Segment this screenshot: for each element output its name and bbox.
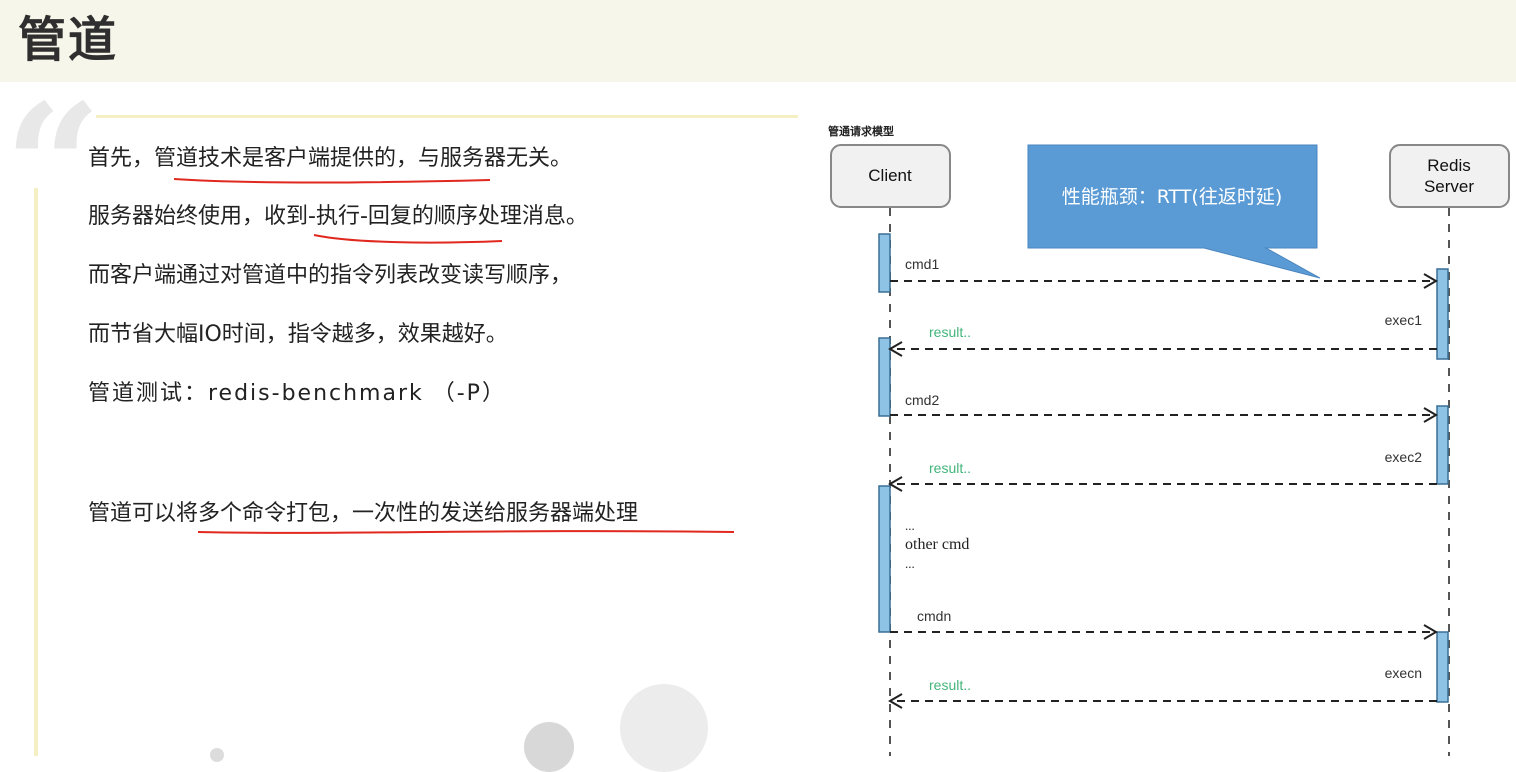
text-segment: 处理: [594, 501, 639, 526]
text-line-2: 服务器始终使用，收到-执行-回复的顺序处理消息。: [88, 202, 588, 232]
server-activation: [1436, 631, 1449, 703]
server-box: [1389, 144, 1510, 208]
server-activation: [1436, 405, 1449, 485]
text-segment: 管道可以: [88, 501, 177, 526]
client-activation: [878, 233, 891, 293]
client-label: Client: [868, 166, 912, 185]
server-activation: [1436, 268, 1449, 360]
page-title: 管道: [18, 12, 119, 68]
result-label: result..: [929, 677, 971, 693]
title-bar: [0, 0, 1516, 82]
text-segment: 服务器始终使用，: [88, 204, 265, 229]
decorative-circle: [620, 684, 708, 772]
top-divider: [96, 115, 798, 118]
message-label: cmd2: [905, 392, 939, 408]
client-activation: [878, 337, 891, 417]
ellipsis: ...: [905, 556, 915, 571]
text-line-1: 首先，管道技术是客户端提供的，与服务器无关。: [88, 144, 572, 174]
callout-text: 性能瓶颈：RTT(往返时延): [1062, 186, 1283, 208]
underlined-text: 管道技术是客户端提供的，: [154, 146, 419, 171]
decorative-circle: [210, 748, 224, 762]
sequence-diagram: 管通请求模型 Client Redis Server cmd1 cmd2 cmd…: [826, 118, 1516, 756]
left-divider: [34, 188, 38, 756]
decorative-circle: [524, 722, 574, 772]
result-label: result..: [929, 460, 971, 476]
underlined-text: 收到-执行-回复: [264, 204, 412, 229]
ellipsis: ...: [905, 518, 915, 533]
text-segment: 首先，: [88, 146, 155, 171]
underline-mark: [313, 234, 503, 244]
diagram-caption: 管通请求模型: [828, 124, 894, 138]
message-label: cmd1: [905, 256, 939, 272]
message-label: cmdn: [917, 608, 951, 624]
client-activation: [878, 485, 891, 633]
underline-mark: [173, 178, 491, 184]
server-label-line1: Redis: [1427, 156, 1470, 175]
text-line-3: 而客户端通过对管道中的指令列表改变读写顺序，: [88, 263, 573, 288]
text-line-4: 而节省大幅IO时间，指令越多，效果越好。: [88, 322, 508, 347]
text-line-5: 管道测试：redis-benchmark （-P）: [88, 381, 506, 406]
server-label-line2: Server: [1424, 177, 1474, 196]
text-line-6: 管道可以将多个命令打包，一次性的发送给服务器端处理: [88, 499, 638, 529]
text-segment: 的顺序处理消息。: [411, 204, 588, 229]
underlined-text: 将多个命令打包，一次性的发送给服务器端: [176, 501, 595, 526]
result-label: result..: [929, 324, 971, 340]
other-cmd-label: other cmd: [905, 536, 969, 553]
text-segment: 与服务器无关。: [418, 146, 573, 171]
exec-label: exec2: [1385, 449, 1423, 465]
exec-label: exec1: [1385, 312, 1423, 328]
exec-label: execn: [1385, 665, 1422, 681]
